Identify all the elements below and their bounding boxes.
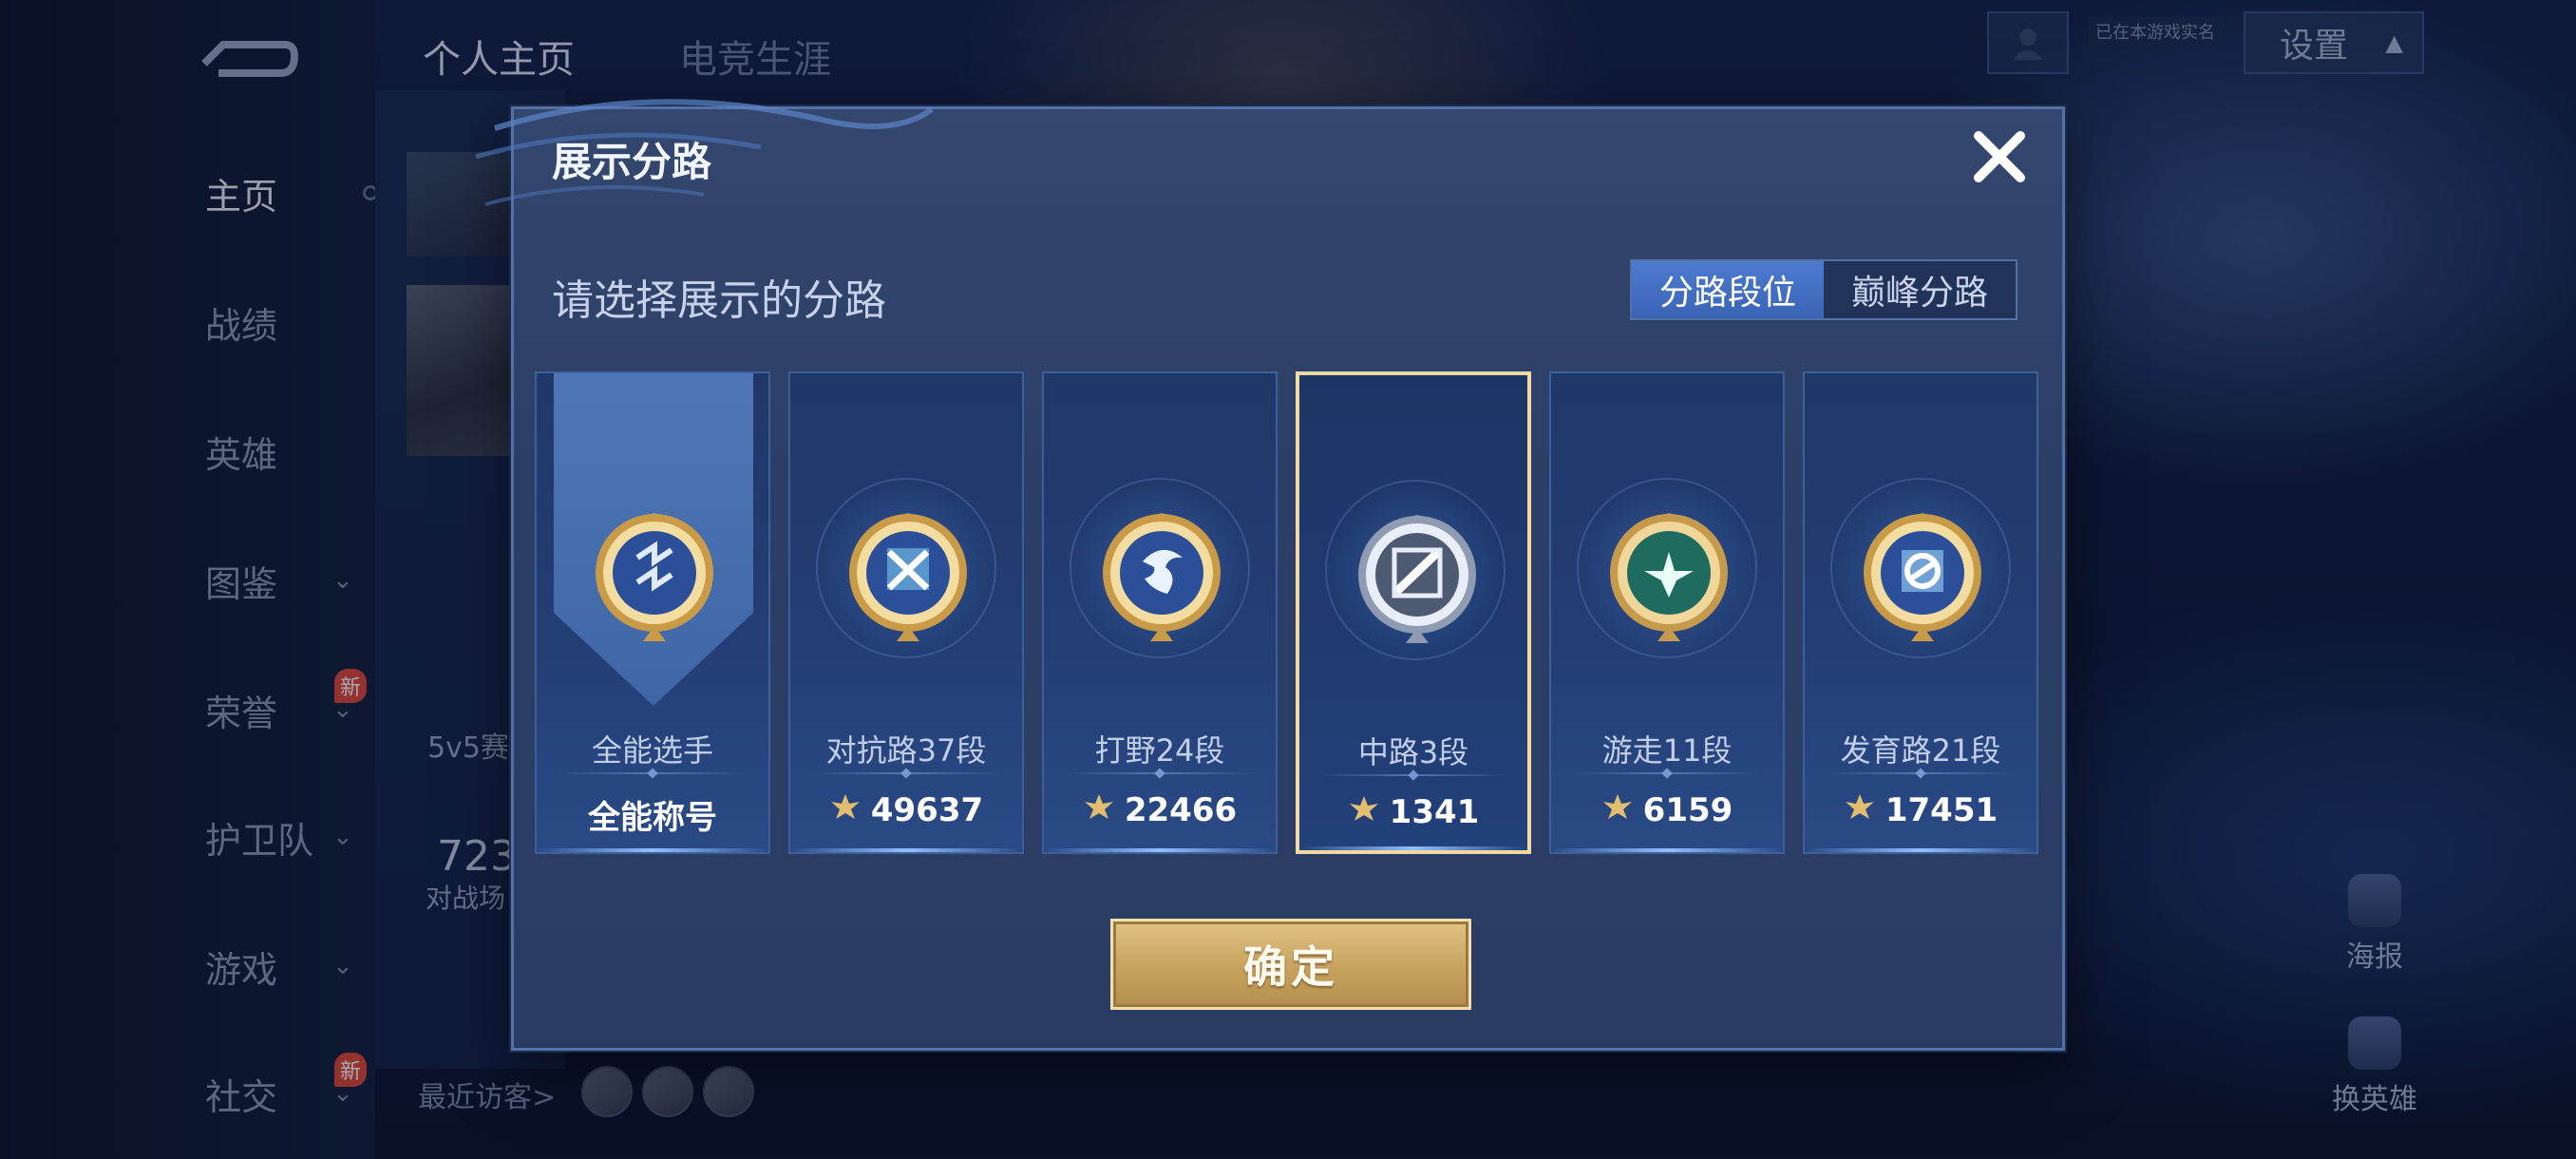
jungle-medal-icon xyxy=(1095,504,1228,647)
clash-lane-medal-icon xyxy=(842,504,975,647)
lane-score: 17451 xyxy=(1805,791,2036,829)
lane-score-value: 6159 xyxy=(1642,791,1733,829)
lane-card-mid-lane[interactable]: 中路3段 1341 xyxy=(1296,371,1531,854)
lane-score: 49637 xyxy=(790,791,1022,829)
lane-rank-title: 游走11段 xyxy=(1601,732,1733,769)
farm-lane-medal-icon xyxy=(1856,504,1989,647)
lane-card-farm-lane[interactable]: 发育路21段 17451 xyxy=(1803,371,2038,854)
confirm-button[interactable]: 确定 xyxy=(1110,919,1471,1010)
lane-score: 1341 xyxy=(1299,793,1527,831)
lane-score: 22466 xyxy=(1044,791,1276,829)
lane-rank-title: 发育路21段 xyxy=(1840,732,2001,769)
lane-rank-title: 打野24段 xyxy=(1094,732,1225,769)
lane-score: 全能称号 xyxy=(537,791,768,838)
close-button[interactable] xyxy=(1965,123,2034,191)
lane-score-value: 17451 xyxy=(1885,791,1998,829)
lane-card-roam[interactable]: 游走11段 6159 xyxy=(1549,371,1785,854)
lane-score: 6159 xyxy=(1551,791,1783,829)
lane-card-all-round[interactable]: 全能选手 全能称号 xyxy=(535,371,770,854)
score-emblem-icon xyxy=(829,791,862,829)
lane-score-value: 22466 xyxy=(1124,791,1238,829)
score-emblem-icon xyxy=(1348,793,1380,831)
lane-rank-title: 中路3段 xyxy=(1357,734,1469,770)
score-emblem-icon xyxy=(1601,791,1634,829)
card-divider xyxy=(1063,772,1257,774)
card-divider xyxy=(556,772,749,774)
card-divider xyxy=(1318,774,1508,776)
score-emblem-icon xyxy=(1083,791,1115,829)
lane-rank-title: 全能选手 xyxy=(591,732,713,769)
all-round-medal-icon xyxy=(588,504,721,647)
lane-score-value: 1341 xyxy=(1389,793,1480,831)
tab-peak-lane[interactable]: 巅峰分路 xyxy=(1824,261,2016,318)
lane-score-value: 49637 xyxy=(870,791,984,829)
card-divider xyxy=(1570,772,1764,774)
close-icon xyxy=(1974,131,2025,182)
lane-rank-title: 对抗路37段 xyxy=(825,732,987,769)
dialog-subtitle: 请选择展示的分路 xyxy=(552,276,886,325)
card-divider xyxy=(1824,772,2017,774)
mid-lane-medal-icon xyxy=(1351,506,1484,649)
tab-lane-rank[interactable]: 分路段位 xyxy=(1632,261,1824,318)
lane-card-clash-lane[interactable]: 对抗路37段 49637 xyxy=(788,371,1024,854)
roam-medal-icon xyxy=(1602,504,1735,647)
score-emblem-icon xyxy=(1844,791,1876,829)
lane-score-value: 全能称号 xyxy=(588,799,717,837)
lane-display-dialog: 展示分路 请选择展示的分路 分路段位 巅峰分路 全能选手 全能称号 对抗路37段 49… xyxy=(475,99,2065,1051)
card-divider xyxy=(809,772,1003,774)
lane-tab-switcher: 分路段位 巅峰分路 xyxy=(1630,259,2017,320)
dialog-title: 展示分路 xyxy=(552,139,712,185)
lane-card-jungle[interactable]: 打野24段 22466 xyxy=(1042,371,1278,854)
